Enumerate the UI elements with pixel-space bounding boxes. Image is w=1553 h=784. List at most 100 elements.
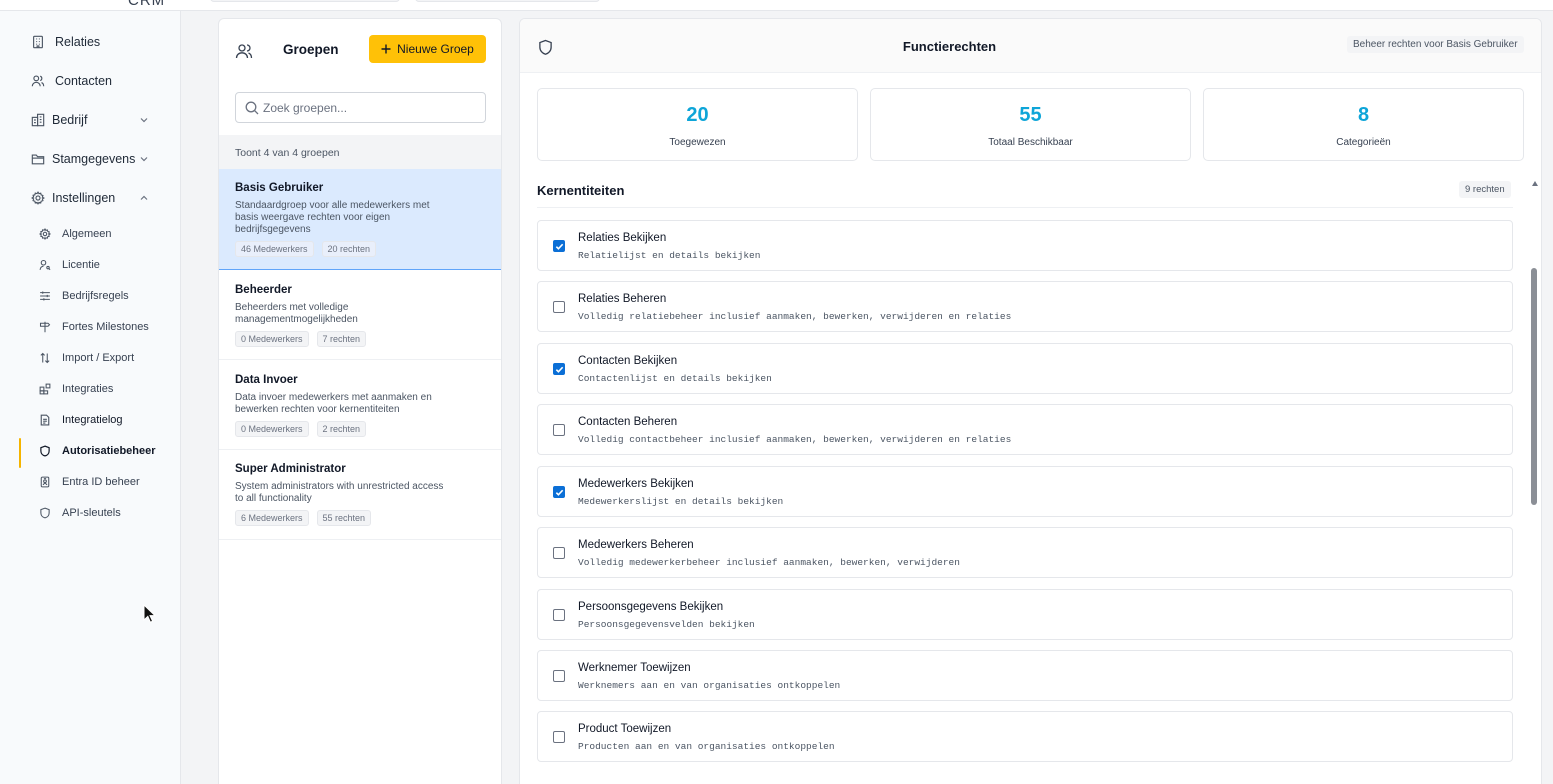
sidebar-subitem-label: Algemeen xyxy=(62,228,112,240)
permission-checkbox[interactable] xyxy=(553,547,565,559)
permission-description: Contactenlijst en details bekijken xyxy=(578,373,772,384)
sidebar-item-stamgegevens[interactable]: Stamgegevens xyxy=(0,144,181,174)
group-item-beheerder[interactable]: Beheerder Beheerders met volledige manag… xyxy=(219,270,501,360)
permission-row[interactable]: Persoonsgegevens Bekijken Persoonsgegeve… xyxy=(537,589,1513,640)
arrows-updown-icon xyxy=(40,352,50,364)
stat-label: Totaal Beschikbaar xyxy=(988,137,1073,148)
folder-icon xyxy=(31,154,45,165)
permission-row[interactable]: Contacten Beheren Volledig contactbeheer… xyxy=(537,404,1513,455)
sidebar-item-bedrijf[interactable]: Bedrijf xyxy=(0,105,181,135)
sidebar-subitem-algemeen[interactable]: Algemeen xyxy=(0,221,181,247)
stat-label: Categorieën xyxy=(1336,137,1391,148)
check-icon xyxy=(555,243,564,250)
permission-row[interactable]: Medewerkers Bekijken Medewerkerslijst en… xyxy=(537,466,1513,517)
sidebar-subitem-import-export[interactable]: Import / Export xyxy=(0,345,181,371)
sidebar-item-instellingen[interactable]: Instellingen xyxy=(0,183,181,213)
group-item-basis-gebruiker[interactable]: Basis Gebruiker Standaardgroep voor alle… xyxy=(219,169,501,270)
group-description: Beheerders met volledige managementmogel… xyxy=(235,302,358,325)
permission-checkbox[interactable] xyxy=(553,486,565,498)
sidebar-subitem-licentie[interactable]: Licentie xyxy=(0,252,181,278)
members-badge: 46 Medewerkers xyxy=(235,241,314,257)
permission-row[interactable]: Werknemer Toewijzen Werknemers aan en va… xyxy=(537,650,1513,701)
gear-icon xyxy=(39,228,51,240)
permission-checkbox[interactable] xyxy=(553,301,565,313)
permission-description: Relatielijst en details bekijken xyxy=(578,250,761,261)
sidebar-subitem-integratielog[interactable]: Integratielog xyxy=(0,407,181,433)
permission-row[interactable]: Relaties Bekijken Relatielijst en detail… xyxy=(537,220,1513,271)
stat-value: 8 xyxy=(1357,104,1370,126)
group-item-super-administrator[interactable]: Super Administrator System administrator… xyxy=(219,450,501,540)
rights-badge: 55 rechten xyxy=(316,510,372,526)
sidebar-subitem-api-sleutels[interactable]: API-sleutels xyxy=(0,500,181,526)
scrollbar-thumb[interactable] xyxy=(1531,268,1537,505)
sidebar-subitem-fortes-milestones[interactable]: Fortes Milestones xyxy=(0,314,181,340)
category-title: Kernentiteiten xyxy=(537,183,625,198)
permission-description: Producten aan en van organisaties ontkop… xyxy=(578,741,835,752)
members-badge: 0 Medewerkers xyxy=(235,331,309,347)
mouse-cursor-icon xyxy=(143,604,157,623)
sidebar-item-contacten[interactable]: Contacten xyxy=(0,66,181,96)
permission-checkbox[interactable] xyxy=(553,363,565,375)
stat-label: Toegewezen xyxy=(669,137,726,148)
permission-description: Medewerkerslijst en details bekijken xyxy=(578,496,784,507)
sidebar-item-label: Bedrijf xyxy=(52,113,88,127)
sidebar-subitem-label: Integraties xyxy=(62,383,114,395)
permission-row[interactable]: Relaties Beheren Volledig relatiebeheer … xyxy=(537,281,1513,332)
sidebar-subitem-integraties[interactable]: Integraties xyxy=(0,376,181,402)
chevron-down-icon[interactable] xyxy=(139,154,149,164)
users-icon xyxy=(235,44,253,59)
id-badge-icon xyxy=(40,476,50,488)
scroll-up-arrow-icon[interactable] xyxy=(1532,181,1538,186)
sidebar-subitem-autorisatiebeheer[interactable]: Autorisatiebeheer xyxy=(0,438,181,468)
new-group-label: Nieuwe Groep xyxy=(397,42,474,56)
permission-description: Volledig relatiebeheer inclusief aanmake… xyxy=(578,311,1012,322)
sidebar-subitem-label: Entra ID beheer xyxy=(62,476,140,488)
permission-name: Contacten Bekijken xyxy=(578,355,678,367)
group-count-bar: Toont 4 van 4 groepen xyxy=(219,135,501,169)
permission-checkbox[interactable] xyxy=(553,731,565,743)
permission-name: Werknemer Toewijzen xyxy=(578,662,691,674)
members-badge: 0 Medewerkers xyxy=(235,421,309,437)
chevron-up-icon[interactable] xyxy=(139,193,149,203)
sidebar-subitem-entra-id-beheer[interactable]: Entra ID beheer xyxy=(0,469,181,495)
rights-badge: 2 rechten xyxy=(316,421,367,437)
sidebar-subitem-bedrijfsregels[interactable]: Bedrijfsregels xyxy=(0,283,181,309)
top-bar-field-1[interactable] xyxy=(210,0,400,2)
top-bar-field-2[interactable] xyxy=(415,0,600,2)
permission-checkbox[interactable] xyxy=(553,609,565,621)
sidebar-subitem-label: Import / Export xyxy=(62,352,135,364)
permission-checkbox[interactable] xyxy=(553,670,565,682)
group-tags: 46 Medewerkers 20 rechten xyxy=(235,241,377,257)
signpost-icon xyxy=(39,321,51,333)
group-search[interactable] xyxy=(235,92,486,123)
group-name: Super Administrator xyxy=(235,463,346,475)
search-input[interactable] xyxy=(263,98,478,118)
group-description: Data invoer medewerkers met aanmaken en … xyxy=(235,392,432,415)
sidebar-item-label: Relaties xyxy=(55,35,101,49)
app-brand: CRM xyxy=(128,0,166,9)
new-group-button[interactable]: Nieuwe Groep xyxy=(369,35,486,63)
permission-checkbox[interactable] xyxy=(553,424,565,436)
sidebar-subitem-label: API-sleutels xyxy=(62,507,121,519)
sidebar-item-relaties[interactable]: Relaties xyxy=(0,27,181,57)
permission-description: Volledig medewerkerbeheer inclusief aanm… xyxy=(578,557,960,568)
function-rights-subtitle: Beheer rechten voor Basis Gebruiker xyxy=(1347,36,1524,53)
building-icon xyxy=(33,35,43,49)
permission-checkbox[interactable] xyxy=(553,240,565,252)
permission-description: Persoonsgegevensvelden bekijken xyxy=(578,619,755,630)
permission-row[interactable]: Product Toewijzen Producten aan en van o… xyxy=(537,711,1513,762)
check-icon xyxy=(555,489,564,496)
group-item-data-invoer[interactable]: Data Invoer Data invoer medewerkers met … xyxy=(219,360,501,450)
permission-row[interactable]: Contacten Bekijken Contactenlijst en det… xyxy=(537,343,1513,394)
stat-total-available: 55 Totaal Beschikbaar xyxy=(870,88,1191,161)
chevron-down-icon[interactable] xyxy=(139,115,149,125)
blocks-icon xyxy=(39,383,51,395)
category-count-badge: 9 rechten xyxy=(1459,181,1511,198)
user-key-icon xyxy=(39,259,51,271)
permission-name: Relaties Beheren xyxy=(578,293,667,305)
office-icon xyxy=(31,113,45,127)
groups-title: Groepen xyxy=(283,42,339,57)
group-name: Beheerder xyxy=(235,284,292,296)
permission-row[interactable]: Medewerkers Beheren Volledig medewerkerb… xyxy=(537,527,1513,578)
sidebar-item-label: Stamgegevens xyxy=(52,152,136,166)
